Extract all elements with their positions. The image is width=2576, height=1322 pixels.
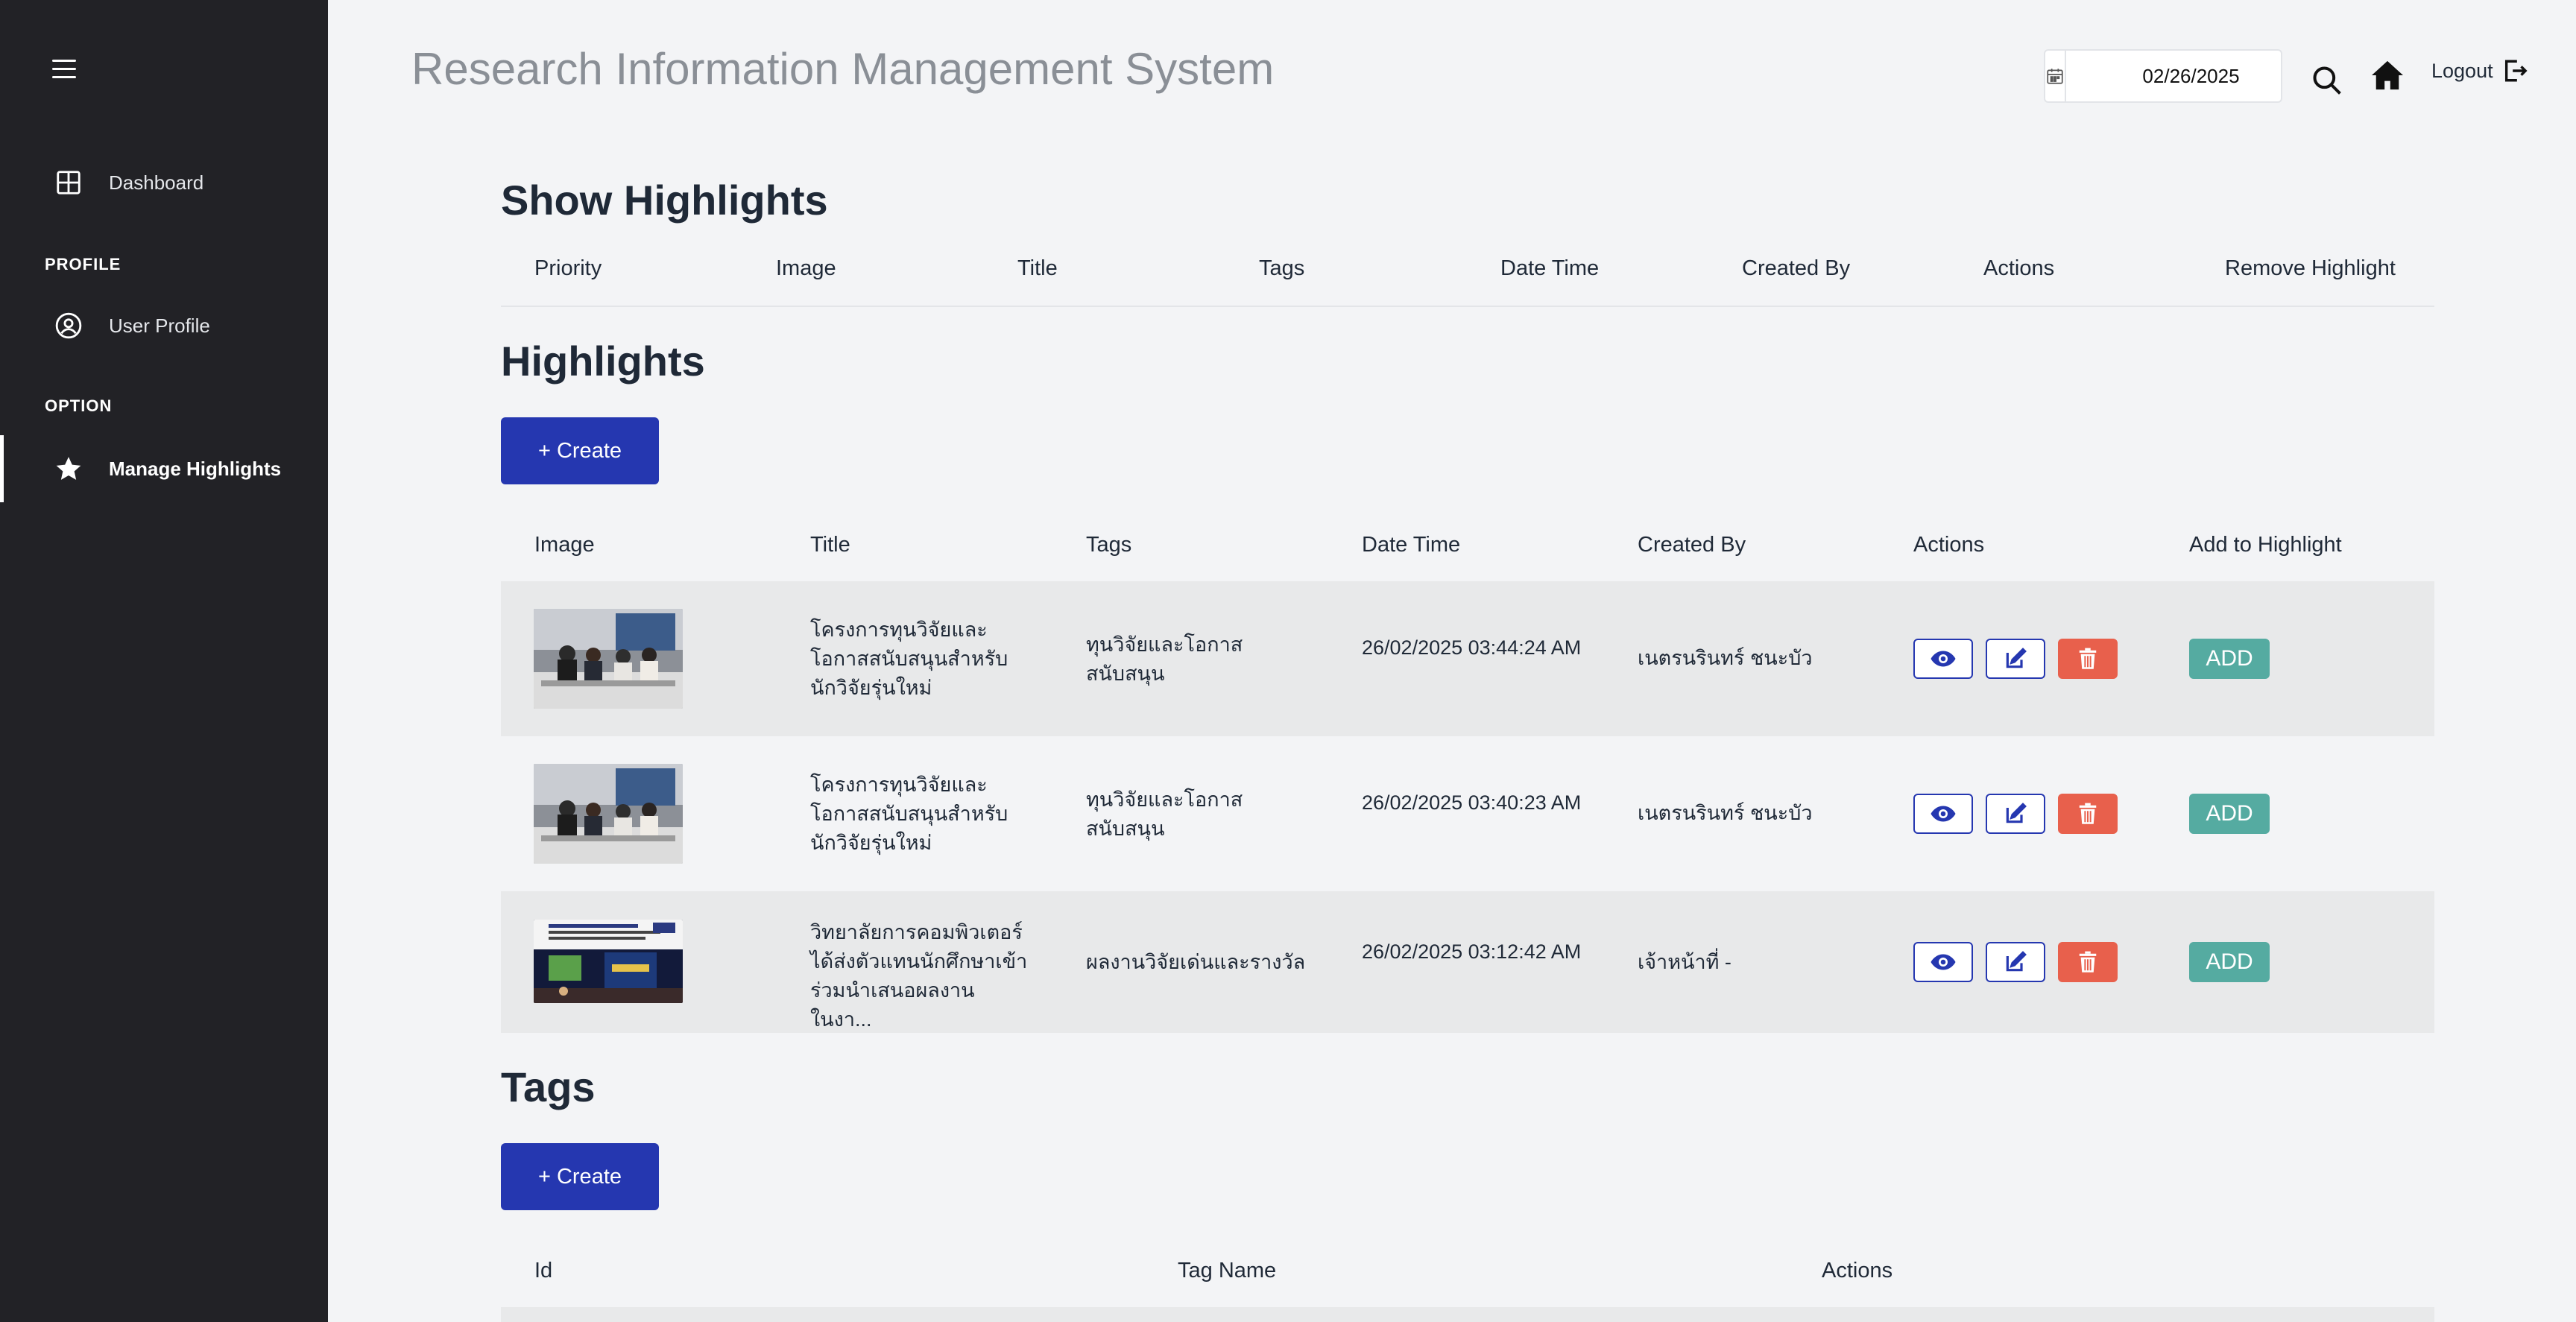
star-icon bbox=[54, 454, 83, 484]
edit-icon bbox=[2006, 951, 2027, 972]
add-to-highlight-button[interactable]: ADD bbox=[2189, 639, 2270, 679]
column-header: Id bbox=[534, 1259, 553, 1283]
eye-icon bbox=[1931, 651, 1956, 667]
create-highlight-button[interactable]: + Create bbox=[501, 417, 659, 484]
highlight-tags: ทุนวิจัยและโอกาสสนับสนุน bbox=[1086, 788, 1243, 840]
column-header: Add to Highlight bbox=[2189, 533, 2342, 557]
column-header: Actions bbox=[1913, 533, 1985, 557]
edit-icon bbox=[2006, 648, 2027, 668]
highlight-created-by: เจ้าหน้าที่ - bbox=[1638, 951, 1731, 973]
trash-icon bbox=[2079, 803, 2097, 824]
show-highlights-heading: Show Highlights bbox=[501, 177, 828, 224]
date-input[interactable] bbox=[2066, 51, 2316, 101]
highlight-title: วิทยาลัยการคอมพิวเตอร์ ได้ส่งตัวแทนนักศึ… bbox=[810, 921, 1028, 1031]
highlight-image bbox=[534, 764, 683, 864]
highlight-created-by: เนตรนรินทร์ ชนะบัว bbox=[1638, 647, 1813, 669]
highlight-created-by: เนตรนรินทร์ ชนะบัว bbox=[1638, 802, 1813, 824]
dashboard-icon bbox=[54, 168, 83, 197]
logout-label: Logout bbox=[2431, 59, 2493, 82]
column-header: Date Time bbox=[1362, 533, 1461, 557]
delete-button[interactable] bbox=[2058, 639, 2118, 679]
highlight-image bbox=[534, 609, 683, 709]
highlight-image bbox=[534, 920, 683, 1003]
create-tag-button[interactable]: + Create bbox=[501, 1143, 659, 1210]
user-circle-icon bbox=[54, 311, 83, 341]
highlight-title: โครงการทุนวิจัยและโอกาสสนับสนุนสำหรับนัก… bbox=[810, 619, 1008, 699]
sidebar-item-label: Manage Highlights bbox=[109, 457, 282, 480]
sidebar-item-user-profile[interactable]: User Profile bbox=[0, 292, 328, 359]
trash-icon bbox=[2079, 951, 2097, 972]
date-picker[interactable] bbox=[2044, 49, 2316, 103]
view-button[interactable] bbox=[1913, 794, 1973, 834]
page-title: Research Information Management System bbox=[411, 44, 1275, 94]
calendar-icon[interactable] bbox=[2045, 51, 2066, 101]
column-header: Title bbox=[1017, 256, 1058, 280]
home-icon[interactable] bbox=[2370, 60, 2405, 95]
column-header: Date Time bbox=[1500, 256, 1600, 280]
column-header: Actions bbox=[1983, 256, 2055, 280]
column-header: Title bbox=[810, 533, 850, 557]
column-header: Image bbox=[534, 533, 595, 557]
column-header: Image bbox=[776, 256, 836, 280]
column-header: Created By bbox=[1742, 256, 1851, 280]
column-header: Remove Highlight bbox=[2225, 256, 2396, 280]
delete-button[interactable] bbox=[2058, 942, 2118, 982]
view-button[interactable] bbox=[1913, 639, 1973, 679]
eye-icon bbox=[1931, 806, 1956, 822]
table-row: โครงการทุนวิจัยและโอกาสสนับสนุนสำหรับนัก… bbox=[501, 736, 2434, 891]
edit-button[interactable] bbox=[1986, 942, 2045, 982]
logout-button[interactable]: Logout bbox=[2431, 58, 2528, 83]
section-label-profile: PROFILE bbox=[45, 255, 121, 273]
highlights-heading: Highlights bbox=[501, 338, 705, 385]
edit-button[interactable] bbox=[1986, 794, 2045, 834]
sidebar-item-manage-highlights[interactable]: Manage Highlights bbox=[0, 435, 328, 502]
column-header: Tags bbox=[1086, 533, 1132, 557]
delete-button[interactable] bbox=[2058, 794, 2118, 834]
highlight-tags: ผลงานวิจัยเด่นและรางวัล bbox=[1086, 951, 1306, 973]
add-to-highlight-button[interactable]: ADD bbox=[2189, 942, 2270, 982]
highlight-title: โครงการทุนวิจัยและโอกาสสนับสนุนสำหรับนัก… bbox=[810, 774, 1008, 854]
logout-icon bbox=[2504, 60, 2528, 82]
sidebar: Dashboard PROFILE User Profile OPTION Ma… bbox=[0, 0, 328, 1322]
highlight-datetime: 26/02/2025 03:40:23 AM bbox=[1362, 791, 1582, 814]
view-button[interactable] bbox=[1913, 942, 1973, 982]
table-row bbox=[501, 1307, 2434, 1322]
section-label-option: OPTION bbox=[45, 396, 113, 415]
eye-icon bbox=[1931, 954, 1956, 970]
highlight-datetime: 26/02/2025 03:12:42 AM bbox=[1362, 940, 1582, 963]
highlight-datetime: 26/02/2025 03:44:24 AM bbox=[1362, 636, 1582, 659]
add-to-highlight-button[interactable]: ADD bbox=[2189, 794, 2270, 834]
search-icon[interactable] bbox=[2311, 64, 2343, 101]
sidebar-item-dashboard[interactable]: Dashboard bbox=[0, 149, 328, 216]
tags-heading: Tags bbox=[501, 1063, 596, 1110]
column-header: Actions bbox=[1822, 1259, 1893, 1283]
column-header: Created By bbox=[1638, 533, 1746, 557]
edit-button[interactable] bbox=[1986, 639, 2045, 679]
sidebar-item-label: User Profile bbox=[109, 314, 210, 337]
divider bbox=[501, 306, 2434, 307]
sidebar-item-label: Dashboard bbox=[109, 171, 204, 194]
edit-icon bbox=[2006, 803, 2027, 823]
column-header: Priority bbox=[534, 256, 602, 280]
column-header: Tags bbox=[1259, 256, 1305, 280]
highlight-tags: ทุนวิจัยและโอกาสสนับสนุน bbox=[1086, 633, 1243, 685]
table-row: วิทยาลัยการคอมพิวเตอร์ ได้ส่งตัวแทนนักศึ… bbox=[501, 891, 2434, 1033]
menu-icon[interactable] bbox=[52, 60, 76, 80]
trash-icon bbox=[2079, 648, 2097, 669]
table-row: โครงการทุนวิจัยและโอกาสสนับสนุนสำหรับนัก… bbox=[501, 581, 2434, 736]
column-header: Tag Name bbox=[1178, 1259, 1277, 1283]
